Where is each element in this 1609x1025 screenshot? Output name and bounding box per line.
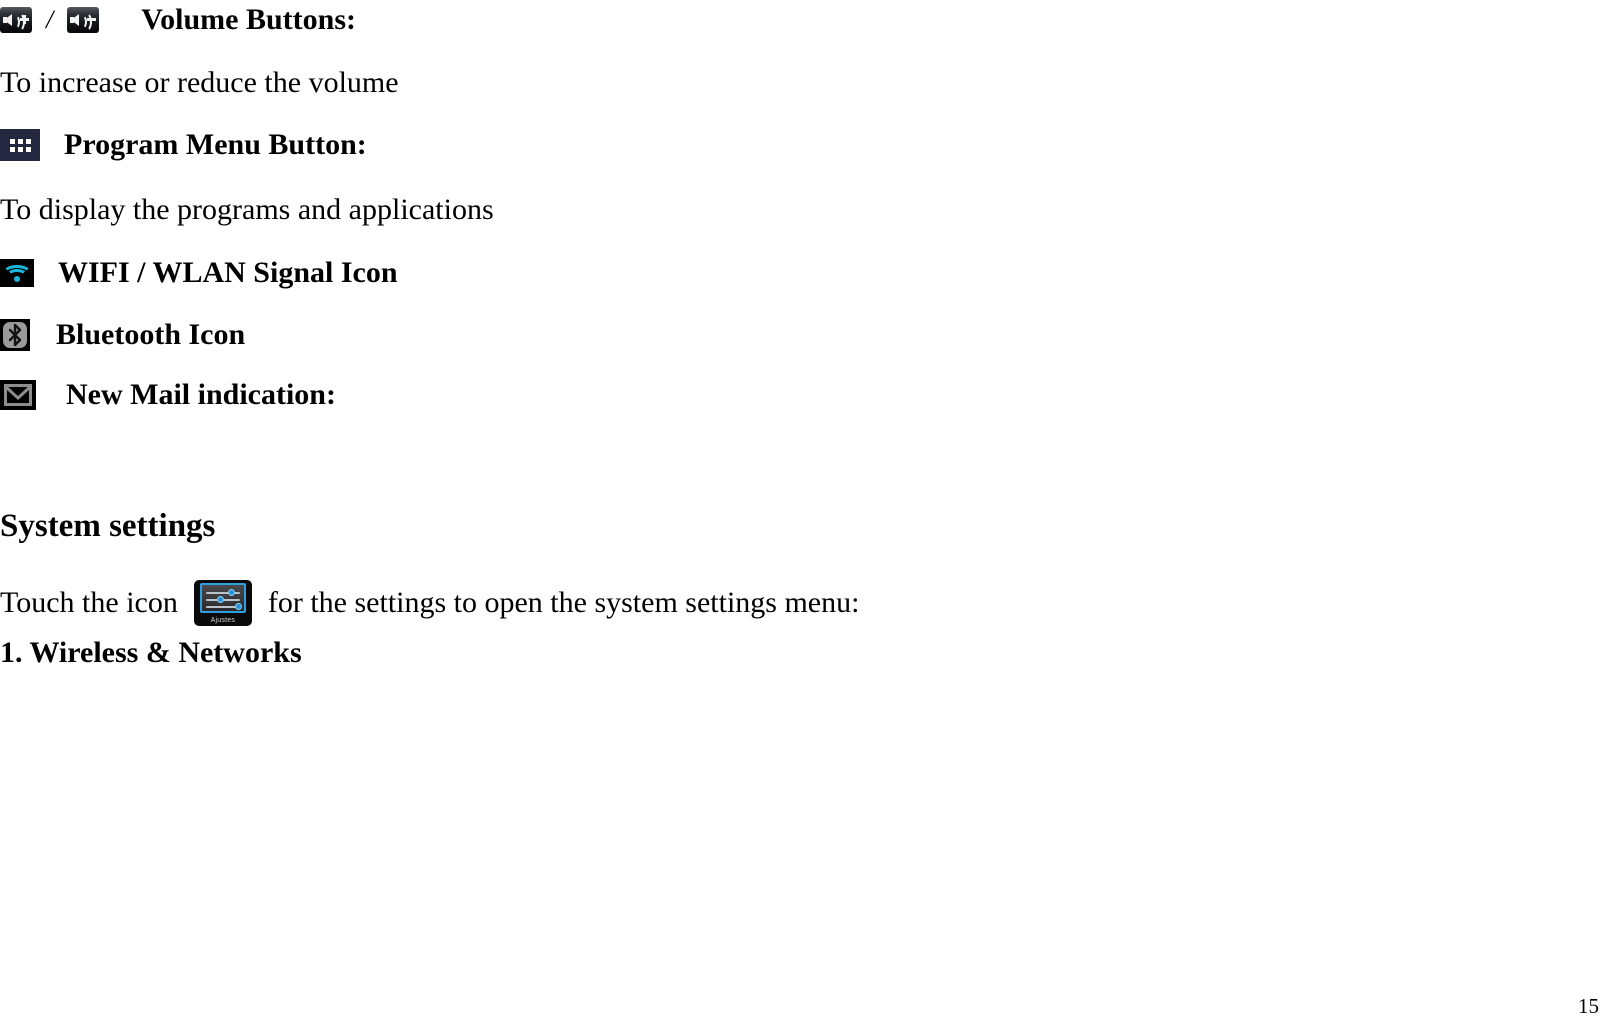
touch-icon-instruction-row: Touch the icon Ajustes for the settings … [0,580,859,626]
mail-caption: New Mail indication: [66,378,336,411]
instruction-text-after: for the settings to open the system sett… [267,586,860,619]
wifi-row: WIFI / WLAN Signal Icon [0,256,398,290]
volume-buttons-row: / Volume Buttons: [0,3,356,37]
volume-up-icon [0,7,32,33]
page-number: 15 [1578,994,1599,1018]
bluetooth-icon [0,319,30,351]
bluetooth-caption: Bluetooth Icon [56,318,246,351]
mail-icon [0,380,36,410]
program-menu-description: To display the programs and applications [0,193,494,226]
bluetooth-row: Bluetooth Icon [0,318,245,352]
settings-launcher-icon[interactable]: Ajustes [193,580,252,626]
settings-icon-label: Ajustes [210,617,236,624]
volume-separator: / [46,5,54,34]
document-page: / Volume Buttons: To increase or reduce … [0,0,1609,1025]
program-menu-row: Program Menu Button: [0,128,367,162]
program-menu-icon [0,129,40,161]
wireless-networks-subheading: 1. Wireless & Networks [0,636,302,669]
wifi-caption: WIFI / WLAN Signal Icon [58,256,398,289]
app-grid-dots [9,138,31,152]
wifi-signal-icon [0,259,34,287]
system-settings-heading: System settings [0,508,216,544]
program-menu-caption: Program Menu Button: [64,128,367,161]
volume-description: To increase or reduce the volume [0,66,399,99]
settings-sliders-panel [199,583,246,613]
volume-buttons-caption: Volume Buttons: [141,3,356,36]
instruction-text-before: Touch the icon [0,586,178,619]
mail-row: New Mail indication: [0,378,336,412]
volume-down-icon [67,7,100,33]
